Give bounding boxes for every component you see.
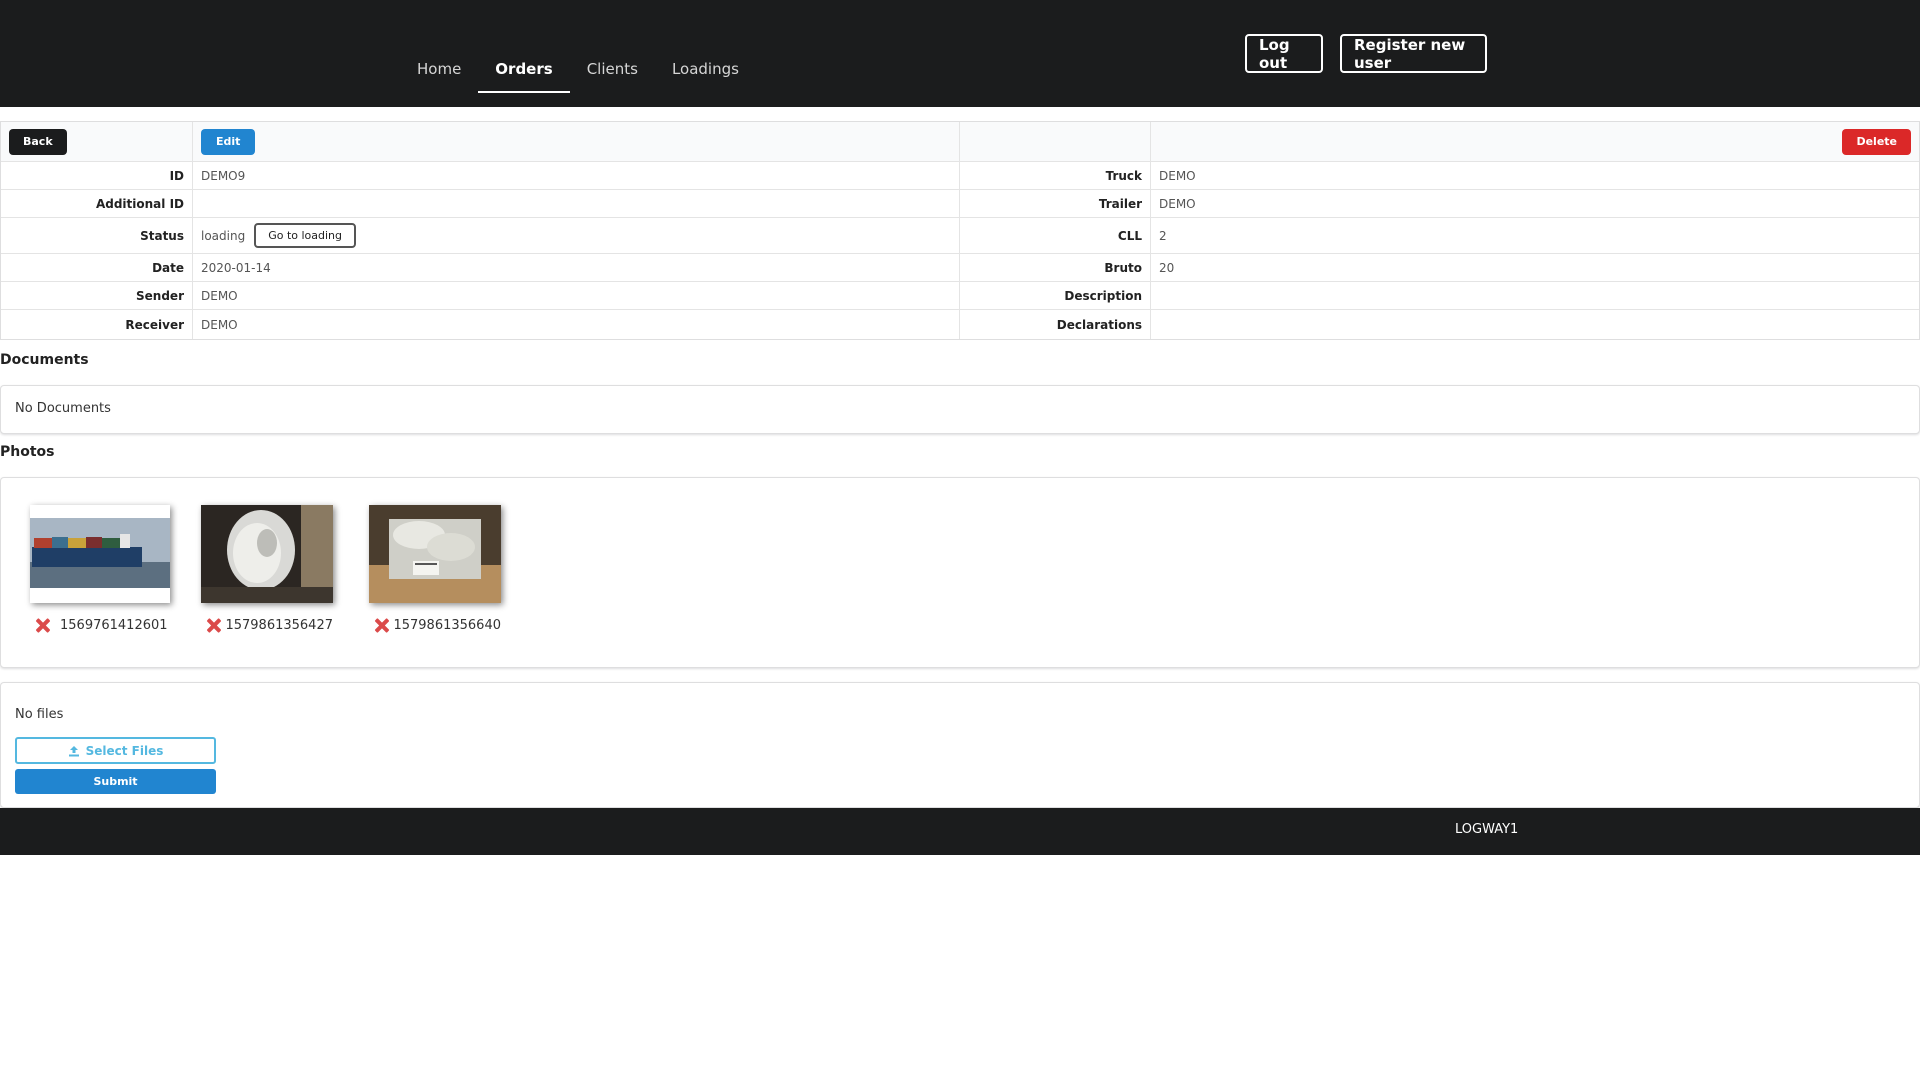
wrapped-cargo-photo[interactable]: [201, 505, 333, 603]
field-value: DEMO: [1159, 196, 1196, 211]
upload-panel: No files Select Files Submit: [0, 682, 1920, 808]
detail-row: Receiver DEMO Declarations: [1, 310, 1919, 339]
field-label: Bruto: [960, 254, 1151, 281]
photo-card: 1569761412601: [30, 505, 170, 634]
go-to-loading-button[interactable]: Go to loading: [254, 223, 357, 248]
photos-heading: Photos: [0, 444, 55, 460]
delete-photo-icon[interactable]: [205, 617, 216, 634]
upload-icon: [68, 745, 79, 756]
order-detail-table: Back Edit Delete ID DEMO9 Truck DEMO Add…: [0, 121, 1920, 340]
edit-button[interactable]: Edit: [201, 128, 256, 155]
detail-row: ID DEMO9 Truck DEMO: [1, 162, 1919, 190]
no-files-text: No files: [15, 707, 64, 722]
detail-row: Date 2020-01-14 Bruto 20: [1, 254, 1919, 282]
field-label: Status: [1, 218, 193, 253]
field-value: DEMO: [193, 282, 960, 309]
field-label: Receiver: [1, 310, 193, 339]
delete-photo-icon[interactable]: [373, 617, 384, 634]
photo-card: 1579861356427: [201, 505, 333, 634]
nav-item-loadings[interactable]: Loadings: [655, 45, 756, 93]
nav-item-home[interactable]: Home: [400, 45, 478, 93]
documents-heading: Documents: [0, 352, 89, 368]
detail-toolbar: Back Edit Delete: [1, 122, 1919, 162]
field-label: Declarations: [960, 310, 1151, 339]
field-value: DEMO: [193, 310, 960, 339]
photos-panel: 1569761412601 1579861356427 157986135664…: [0, 477, 1920, 668]
back-button[interactable]: Back: [9, 128, 67, 155]
select-files-label: Select Files: [85, 743, 164, 758]
photo-name: 1579861356640: [393, 618, 501, 633]
footer: LOGWAY1: [0, 808, 1920, 855]
top-navbar: Home Orders Clients Loadings Log out Reg…: [0, 0, 1920, 107]
field-value: [1151, 310, 1919, 339]
pallet-cargo-image: [369, 505, 501, 603]
field-label: CLL: [960, 218, 1151, 253]
field-value: 20: [1159, 260, 1175, 275]
field-label: Date: [1, 254, 193, 281]
photo-name: 1569761412601: [60, 618, 168, 633]
status-cell: loading Go to loading: [193, 218, 960, 253]
select-files-button[interactable]: Select Files: [15, 737, 216, 764]
container-ship-image: [30, 505, 170, 603]
container-ship-photo[interactable]: [30, 505, 170, 603]
logout-button[interactable]: Log out: [1245, 34, 1323, 73]
status-value: loading: [201, 228, 246, 243]
documents-panel: No Documents: [0, 385, 1920, 434]
delete-photo-icon[interactable]: [34, 617, 51, 634]
field-label: Truck: [960, 162, 1151, 189]
footer-brand: LOGWAY1: [1455, 822, 1519, 837]
field-value: 2020-01-14: [193, 254, 960, 281]
nav-item-clients[interactable]: Clients: [570, 45, 655, 93]
detail-row: Sender DEMO Description: [1, 282, 1919, 310]
field-value: DEMO: [1159, 168, 1196, 183]
nav-item-orders[interactable]: Orders: [478, 45, 570, 93]
field-value: 2: [1159, 228, 1167, 243]
field-value: [1151, 282, 1919, 309]
photo-card: 1579861356640: [369, 505, 501, 634]
field-label: Description: [960, 282, 1151, 309]
photo-name: 1579861356427: [225, 618, 333, 633]
field-label: Trailer: [960, 190, 1151, 217]
field-value: [193, 190, 960, 217]
documents-empty-text: No Documents: [15, 401, 111, 416]
submit-button[interactable]: Submit: [15, 769, 216, 794]
wrapped-cargo-image: [201, 505, 333, 603]
detail-row: Status loading Go to loading CLL 2: [1, 218, 1919, 254]
delete-button[interactable]: Delete: [1842, 128, 1911, 155]
register-new-user-button[interactable]: Register new user: [1340, 34, 1487, 73]
main-nav: Home Orders Clients Loadings: [400, 45, 756, 93]
field-label: ID: [1, 162, 193, 189]
pallet-cargo-photo[interactable]: [369, 505, 501, 603]
detail-row: Additional ID Trailer DEMO: [1, 190, 1919, 218]
field-label: Sender: [1, 282, 193, 309]
field-value: DEMO9: [193, 162, 960, 189]
field-label: Additional ID: [1, 190, 193, 217]
